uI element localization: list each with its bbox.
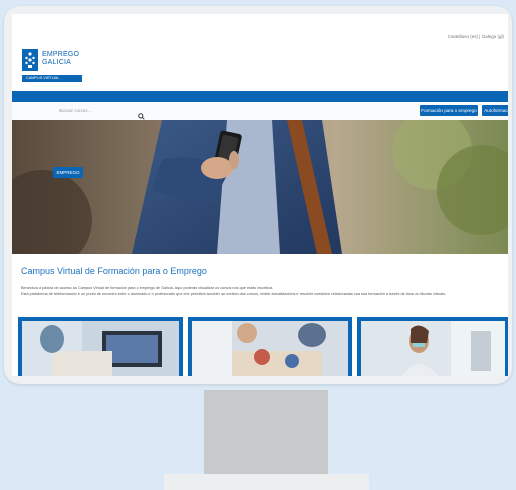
language-selector[interactable]: Castellano (es) | Galego (gl) [448,34,504,39]
course-card-image [192,321,348,376]
logo-campus-virtual-band: CAMPUS VIRTUAL [22,75,82,82]
search-row: Formación para o emprego Autoformación [12,102,508,121]
hero-photo [12,120,508,254]
formacion-emprego-button[interactable]: Formación para o emprego [420,105,478,116]
hero-banner: EMPREGO [12,120,508,254]
top-navigation-bar [12,91,508,102]
intro-text: Benvido/a á páxina de acceso ao Campus V… [21,286,501,297]
search-input[interactable] [57,106,141,115]
monitor-frame: Castellano (es) | Galego (gl) EMPREGO GA… [4,6,512,384]
galicia-shield-icon [22,49,38,71]
course-card-image [22,321,179,376]
course-card-image [361,321,505,376]
logo-text-galicia: GALICIA [42,59,72,66]
monitor-stand [204,390,328,474]
monitor-base [164,474,369,490]
logo-text-emprego: EMPREGO [42,51,80,58]
course-card-1[interactable] [18,317,183,376]
intro-line-2: Esta plataforma de teleformación é un pu… [21,291,447,296]
browser-screen: Castellano (es) | Galego (gl) EMPREGO GA… [12,14,508,376]
emprego-tag-button[interactable]: EMPREGO [53,167,83,178]
course-cards [16,317,508,376]
page-title: Campus Virtual de Formación para o Empre… [21,266,207,276]
emprego-galicia-logo[interactable]: EMPREGO GALICIA CAMPUS VIRTUAL [22,49,82,89]
course-card-3[interactable] [357,317,508,376]
course-card-2[interactable] [188,317,352,376]
search-icon[interactable] [138,107,145,120]
autoformacion-button[interactable]: Autoformación [482,105,508,116]
